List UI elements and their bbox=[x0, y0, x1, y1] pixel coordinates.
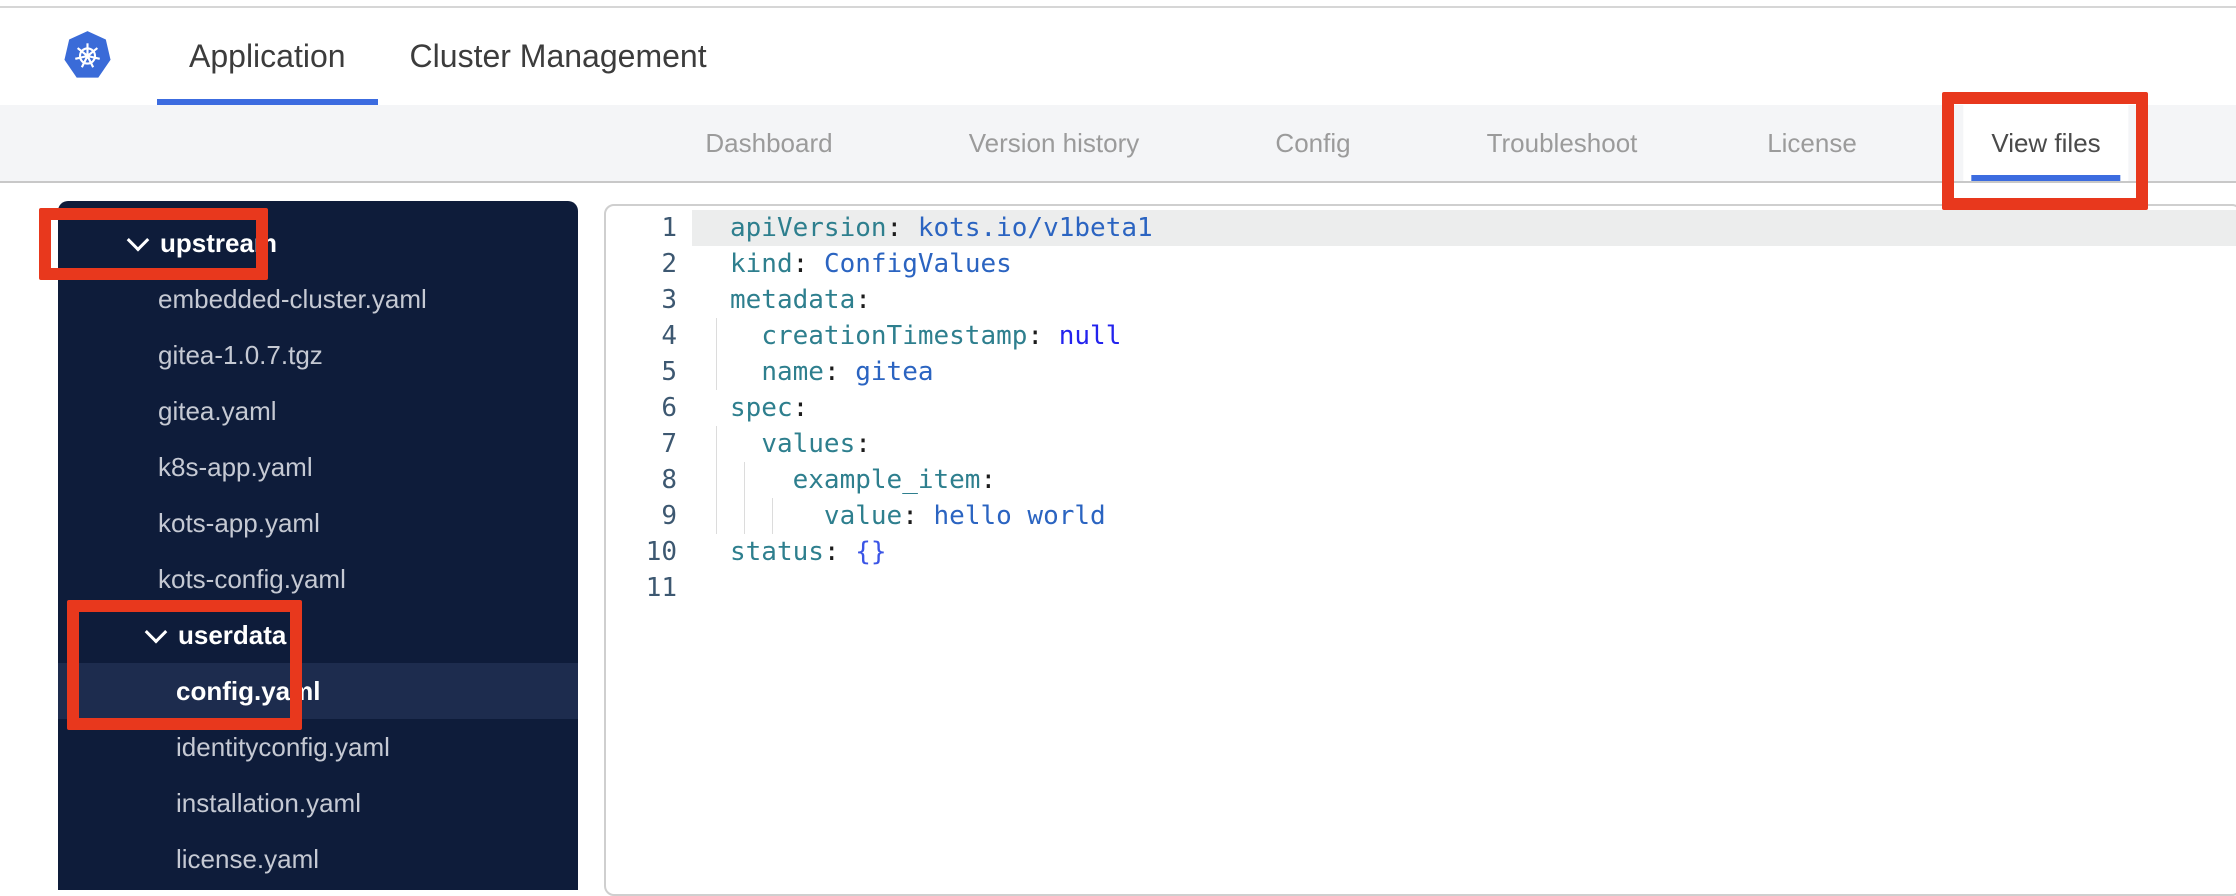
tree-item-label: userdata bbox=[178, 619, 287, 650]
yaml-token-val: hello world bbox=[933, 501, 1106, 531]
yaml-token-punc: : bbox=[902, 501, 918, 531]
tree-file-gitea-yaml[interactable]: gitea.yaml bbox=[58, 383, 578, 439]
subnav-tab-license[interactable]: License bbox=[1739, 105, 1885, 181]
tree-item-label: gitea-1.0.7.tgz bbox=[158, 339, 323, 370]
code-line-10: status: {} bbox=[606, 534, 2236, 570]
yaml-file-viewer[interactable]: 1 2 3 4 5 6 7 8 9 10 11 apiVersion: kots.io/v1beta… bbox=[604, 204, 2236, 896]
code-line-9: value: hello world bbox=[606, 498, 2236, 534]
yaml-token-plain bbox=[730, 321, 761, 351]
kubernetes-logo bbox=[64, 31, 111, 78]
yaml-token-plain bbox=[918, 501, 934, 531]
app-header: Application Cluster Management bbox=[0, 8, 2236, 105]
tree-file-installation-yaml[interactable]: installation.yaml bbox=[58, 775, 578, 831]
yaml-token-val: ConfigValues bbox=[823, 249, 1012, 279]
subnav-tab-dashboard[interactable]: Dashboard bbox=[677, 105, 860, 181]
chevron-down-icon[interactable] bbox=[144, 620, 168, 644]
subnav-tab-config[interactable]: Config bbox=[1247, 105, 1378, 181]
tree-item-label: embedded-cluster.yaml bbox=[158, 283, 427, 314]
editor-code-content: apiVersion: kots.io/v1beta1 kind: ConfigV… bbox=[606, 210, 2236, 606]
yaml-token-punc: : bbox=[792, 249, 809, 279]
chevron-down-icon[interactable] bbox=[126, 228, 150, 252]
tree-item-label: license.yaml bbox=[176, 843, 320, 874]
subnav-tab-label: Version history bbox=[968, 128, 1140, 158]
yaml-token-key: apiVersion bbox=[730, 213, 887, 243]
yaml-token-plain bbox=[1043, 321, 1059, 351]
yaml-token-punc: : bbox=[823, 357, 840, 387]
subnav-tab-version-history[interactable]: Version history bbox=[941, 105, 1168, 181]
code-line-2: kind: ConfigValues bbox=[606, 246, 2236, 282]
code-line-1: apiVersion: kots.io/v1beta1 bbox=[606, 210, 2236, 246]
yaml-token-key: spec bbox=[730, 393, 793, 423]
yaml-token-punc: : bbox=[823, 537, 840, 567]
tree-file-kots-app-yaml[interactable]: kots-app.yaml bbox=[58, 495, 578, 551]
tree-item-label: installation.yaml bbox=[176, 787, 361, 818]
subnav-tab-label: License bbox=[1767, 128, 1857, 158]
subnav-tab-label: Config bbox=[1275, 128, 1351, 158]
yaml-token-punc: : bbox=[792, 393, 809, 423]
yaml-token-punc: : bbox=[886, 213, 903, 243]
tree-file-identityconfig-yaml[interactable]: identityconfig.yaml bbox=[58, 719, 578, 775]
yaml-token-plain bbox=[840, 357, 856, 387]
yaml-token-punc: : bbox=[855, 429, 871, 459]
header-tab-cluster-management[interactable]: Cluster Management bbox=[378, 8, 739, 105]
tree-item-label: kots-app.yaml bbox=[158, 507, 320, 538]
tree-folder-upstream[interactable]: upstream bbox=[58, 215, 578, 271]
tree-folder-userdata[interactable]: userdata bbox=[58, 607, 578, 663]
yaml-token-key: name bbox=[761, 357, 824, 387]
tree-file-k8s-app-yaml[interactable]: k8s-app.yaml bbox=[58, 439, 578, 495]
yaml-token-key: creationTimestamp bbox=[761, 321, 1028, 351]
tree-item-label: gitea.yaml bbox=[158, 395, 277, 426]
tree-file-license-yaml[interactable]: license.yaml bbox=[58, 831, 578, 887]
tree-item-label: config.yaml bbox=[176, 675, 321, 706]
yaml-token-punc: : bbox=[855, 285, 871, 315]
tree-item-label: k8s-app.yaml bbox=[158, 451, 313, 482]
tree-file-embedded-cluster-yaml[interactable]: embedded-cluster.yaml bbox=[58, 271, 578, 327]
yaml-token-punc: : bbox=[1027, 321, 1044, 351]
app-subnav: Dashboard Version history Config Troublesho… bbox=[0, 105, 2236, 183]
subnav-tab-troubleshoot[interactable]: Troubleshoot bbox=[1459, 105, 1666, 181]
active-tab-underline bbox=[1971, 175, 2121, 181]
code-line-8: example_item: bbox=[606, 462, 2236, 498]
yaml-token-key: value bbox=[823, 501, 903, 531]
yaml-token-bracket: {} bbox=[855, 537, 887, 567]
primary-nav: Application Cluster Management bbox=[157, 8, 739, 105]
subnav-tab-label: Dashboard bbox=[705, 128, 833, 158]
code-line-6: spec: bbox=[606, 390, 2236, 426]
tree-item-label: identityconfig.yaml bbox=[176, 731, 390, 762]
tree-file-kots-config-yaml[interactable]: kots-config.yaml bbox=[58, 551, 578, 607]
yaml-token-const: null bbox=[1058, 321, 1122, 351]
subnav-tab-label: View files bbox=[1991, 128, 2101, 158]
file-tree-sidebar: upstream embedded-cluster.yaml gitea-1.0.7… bbox=[58, 201, 578, 890]
yaml-token-plain bbox=[730, 501, 824, 531]
code-line-5: name: gitea bbox=[606, 354, 2236, 390]
tree-item-label: upstream bbox=[160, 227, 278, 258]
yaml-token-val: gitea bbox=[855, 357, 934, 387]
yaml-token-plain bbox=[902, 213, 918, 243]
yaml-token-key: metadata bbox=[730, 285, 856, 315]
tree-item-label: kots-config.yaml bbox=[158, 563, 346, 594]
yaml-token-punc: : bbox=[980, 465, 997, 495]
yaml-token-plain bbox=[730, 357, 761, 387]
code-line-7: values: bbox=[606, 426, 2236, 462]
yaml-token-val: kots.io/v1beta1 bbox=[917, 213, 1153, 243]
header-tab-application[interactable]: Application bbox=[157, 8, 378, 105]
code-line-4: creationTimestamp: null bbox=[606, 318, 2236, 354]
yaml-token-key: status bbox=[730, 537, 824, 567]
tree-file-config-yaml[interactable]: config.yaml bbox=[58, 663, 578, 719]
yaml-token-plain bbox=[730, 429, 761, 459]
tree-file-gitea-1-0-7-tgz[interactable]: gitea-1.0.7.tgz bbox=[58, 327, 578, 383]
yaml-token-plain bbox=[808, 249, 824, 279]
subnav-tab-label: Troubleshoot bbox=[1486, 128, 1638, 158]
yaml-token-key: values bbox=[761, 429, 856, 459]
yaml-token-plain bbox=[840, 537, 856, 567]
yaml-token-plain bbox=[730, 465, 793, 495]
subnav-tab-view-files[interactable]: View files bbox=[1963, 105, 2129, 181]
code-line-3: metadata: bbox=[606, 282, 2236, 318]
yaml-token-key: kind bbox=[730, 249, 793, 279]
yaml-token-key: example_item bbox=[792, 465, 981, 495]
